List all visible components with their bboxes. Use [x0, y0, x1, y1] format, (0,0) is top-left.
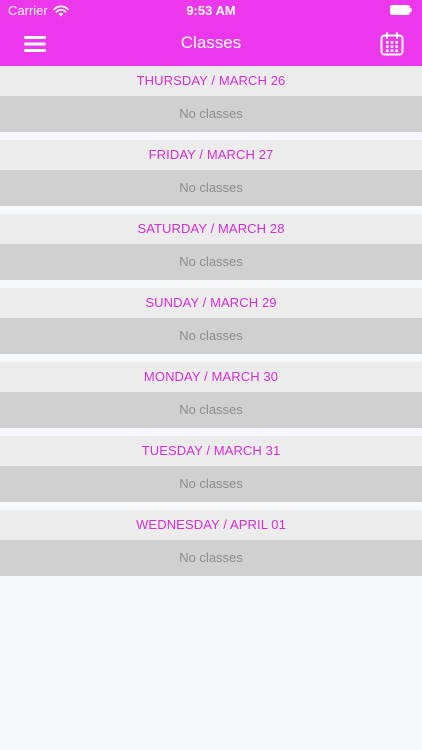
calendar-icon	[380, 32, 404, 56]
day-header: THURSDAY / MARCH 26	[0, 66, 422, 96]
day-header: TUESDAY / MARCH 31	[0, 436, 422, 466]
day-section: SUNDAY / MARCH 29 No classes	[0, 288, 422, 354]
battery-icon	[390, 5, 412, 15]
day-section: FRIDAY / MARCH 27 No classes	[0, 140, 422, 206]
section-divider	[0, 428, 422, 436]
day-header: SUNDAY / MARCH 29	[0, 288, 422, 318]
page-title: Classes	[180, 33, 242, 52]
section-divider	[0, 354, 422, 362]
calendar-button[interactable]	[376, 28, 408, 60]
section-divider	[0, 206, 422, 214]
classes-list: THURSDAY / MARCH 26 No classes FRIDAY / …	[0, 66, 422, 576]
day-section: MONDAY / MARCH 30 No classes	[0, 362, 422, 428]
day-section: THURSDAY / MARCH 26 No classes	[0, 66, 422, 132]
empty-classes-message: No classes	[0, 244, 422, 280]
navigation-bar: Classes	[0, 22, 422, 66]
section-divider	[0, 280, 422, 288]
section-divider	[0, 132, 422, 140]
empty-classes-message: No classes	[0, 392, 422, 428]
empty-classes-message: No classes	[0, 540, 422, 576]
empty-classes-message: No classes	[0, 170, 422, 206]
empty-classes-message: No classes	[0, 96, 422, 132]
section-divider	[0, 502, 422, 510]
day-header: SATURDAY / MARCH 28	[0, 214, 422, 244]
day-header: FRIDAY / MARCH 27	[0, 140, 422, 170]
day-header: WEDNESDAY / APRIL 01	[0, 510, 422, 540]
status-bar: Carrier 9:53 AM	[0, 0, 422, 22]
day-section: TUESDAY / MARCH 31 No classes	[0, 436, 422, 502]
app-header: Carrier 9:53 AM Classes	[0, 0, 422, 66]
day-section: SATURDAY / MARCH 28 No classes	[0, 214, 422, 280]
empty-classes-message: No classes	[0, 466, 422, 502]
empty-classes-message: No classes	[0, 318, 422, 354]
status-time: 9:53 AM	[186, 3, 236, 18]
day-section: WEDNESDAY / APRIL 01 No classes	[0, 510, 422, 576]
day-header: MONDAY / MARCH 30	[0, 362, 422, 392]
